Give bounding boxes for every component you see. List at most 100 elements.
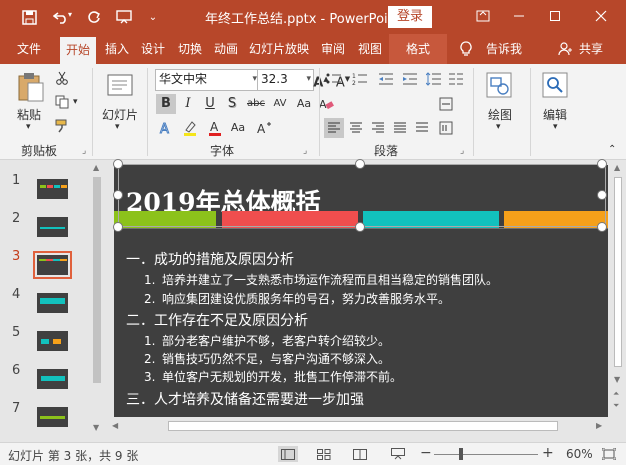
reading-view-icon[interactable] — [350, 446, 370, 462]
customize-qat-icon[interactable]: ⌄ — [142, 6, 164, 28]
font-size-text-icon[interactable]: Aa — [228, 118, 248, 138]
font-color-icon[interactable]: A — [205, 118, 225, 138]
resize-handle[interactable] — [355, 159, 365, 169]
paste-icon[interactable] — [14, 70, 48, 104]
slideshow-view-icon[interactable] — [388, 446, 408, 462]
underline-button[interactable]: U — [200, 94, 220, 114]
zoom-in-button[interactable]: + — [542, 445, 554, 461]
drawing-label[interactable]: 绘图 — [488, 106, 512, 123]
tab-design[interactable]: 设计 — [136, 34, 170, 64]
tab-review[interactable]: 审阅 — [316, 34, 350, 64]
resize-handle[interactable] — [597, 159, 607, 169]
align-center-icon[interactable] — [346, 118, 366, 138]
slide-thumbnail-6[interactable] — [37, 369, 68, 389]
text-effects-icon[interactable]: A — [156, 118, 176, 138]
text-direction-icon[interactable] — [436, 118, 456, 138]
save-icon[interactable] — [18, 6, 40, 28]
list-item[interactable]: 2. 响应集团建设优质服务年的号召，努力改善服务水平。 — [144, 290, 450, 307]
share-button[interactable]: 共享 — [574, 34, 608, 64]
resize-handle[interactable] — [597, 222, 607, 232]
fit-to-window-icon[interactable] — [600, 446, 618, 462]
increase-indent-icon[interactable] — [400, 69, 420, 89]
columns-icon[interactable] — [446, 69, 466, 89]
list-item[interactable]: 2. 销售技巧仍然不足，与客户沟通不够深入。 — [144, 350, 390, 367]
align-text-icon[interactable] — [436, 94, 456, 114]
scroll-up-icon[interactable]: ▲ — [614, 163, 620, 172]
line-spacing-icon[interactable] — [424, 69, 444, 89]
new-slide-dropdown-icon[interactable]: ▾ — [115, 122, 120, 132]
editing-label[interactable]: 编辑 — [543, 106, 567, 123]
login-button[interactable]: 登录 — [388, 6, 432, 28]
slide-thumbnail-1[interactable] — [37, 179, 68, 199]
align-left-icon[interactable] — [324, 118, 344, 138]
highlight-icon[interactable] — [180, 118, 200, 138]
paste-dropdown-icon[interactable]: ▾ — [26, 122, 31, 132]
copy-icon[interactable] — [52, 92, 72, 112]
start-slideshow-icon[interactable] — [113, 6, 135, 28]
previous-slide-icon[interactable]: ⏶ — [613, 389, 619, 399]
resize-handle[interactable] — [113, 159, 123, 169]
zoom-level[interactable]: 60% — [566, 447, 593, 461]
tab-insert[interactable]: 插入 — [100, 34, 134, 64]
user-icon[interactable] — [557, 34, 573, 64]
resize-handle[interactable] — [597, 190, 607, 200]
maximize-icon[interactable] — [540, 0, 570, 32]
scroll-right-icon[interactable]: ▶ — [596, 421, 602, 430]
clipboard-launcher-icon[interactable]: ⌟ — [82, 146, 86, 156]
vertical-scrollbar[interactable]: ▲ ▼ ⏶ ⏷ — [610, 161, 626, 417]
align-right-icon[interactable] — [368, 118, 388, 138]
font-launcher-icon[interactable]: ⌟ — [303, 146, 307, 156]
tab-home[interactable]: 开始 — [60, 37, 96, 64]
drawing-dropdown-icon[interactable]: ▾ — [496, 122, 501, 132]
tab-animations[interactable]: 动画 — [209, 34, 243, 64]
scroll-up-icon[interactable]: ▲ — [93, 163, 99, 172]
slide-thumbnail-3[interactable] — [33, 251, 72, 279]
scroll-thumb[interactable] — [93, 177, 101, 383]
scroll-thumb[interactable] — [168, 421, 558, 431]
list-item[interactable]: 3. 单位客户无规划的开发，批售工作停滞不前。 — [144, 368, 402, 385]
lightbulb-icon[interactable] — [456, 34, 476, 64]
section-heading[interactable]: 三．人才培养及储备还需要进一步加强 — [126, 389, 364, 409]
ribbon-display-icon[interactable] — [468, 0, 498, 32]
font-name-combo[interactable]: 华文中宋 ▾ — [155, 69, 260, 91]
resize-handle[interactable] — [113, 190, 123, 200]
italic-button[interactable]: I — [178, 94, 198, 114]
scroll-thumb[interactable] — [614, 177, 622, 367]
thumbnail-scrollbar[interactable]: ▲ ▼ — [90, 161, 104, 438]
scroll-left-icon[interactable]: ◀ — [112, 421, 118, 430]
decrease-indent-icon[interactable] — [376, 69, 396, 89]
cut-icon[interactable] — [52, 68, 72, 88]
font-size-combo[interactable]: 32.3 ▾ — [257, 69, 314, 91]
scroll-down-icon[interactable]: ▼ — [93, 423, 99, 432]
scroll-down-icon[interactable]: ▼ — [614, 375, 620, 384]
new-slide-icon[interactable] — [106, 72, 134, 100]
find-icon[interactable] — [540, 70, 570, 100]
justify-icon[interactable] — [390, 118, 410, 138]
section-heading[interactable]: 一．成功的措施及原因分析 — [126, 249, 294, 269]
next-slide-icon[interactable]: ⏷ — [613, 401, 619, 411]
paragraph-launcher-icon[interactable]: ⌟ — [460, 146, 464, 156]
resize-handle[interactable] — [355, 222, 365, 232]
distributed-icon[interactable] — [412, 118, 432, 138]
strikethrough-button[interactable]: abc — [244, 94, 268, 114]
slide-thumbnail-4[interactable] — [37, 293, 68, 313]
resize-handle[interactable] — [113, 222, 123, 232]
tab-format[interactable]: 格式 — [389, 34, 447, 64]
list-item[interactable]: 1. 培养并建立了一支熟悉市场运作流程而且相当稳定的销售团队。 — [144, 271, 498, 288]
copy-dropdown-icon[interactable]: ▾ — [73, 97, 78, 107]
text-shadow-button[interactable]: S — [222, 94, 242, 114]
section-heading[interactable]: 二．工作存在不足及原因分析 — [126, 310, 308, 330]
list-item[interactable]: 1. 部分老客户维护不够，老客户转介绍较少。 — [144, 332, 390, 349]
slide-sorter-icon[interactable] — [314, 446, 334, 462]
new-slide-label[interactable]: 幻灯片 — [102, 106, 138, 123]
slide-thumbnail-2[interactable] — [37, 217, 68, 237]
font-grow-icon[interactable]: A — [254, 118, 274, 138]
tab-slideshow[interactable]: 幻灯片放映 — [246, 34, 312, 64]
normal-view-icon[interactable] — [278, 446, 298, 462]
zoom-slider-track[interactable] — [434, 454, 538, 455]
collapse-ribbon-icon[interactable]: ⌃ — [608, 144, 616, 155]
shapes-icon[interactable] — [484, 70, 514, 100]
paste-label[interactable]: 粘贴 — [17, 106, 41, 123]
slide-thumbnail-5[interactable] — [37, 331, 68, 351]
format-painter-icon[interactable] — [52, 116, 72, 136]
